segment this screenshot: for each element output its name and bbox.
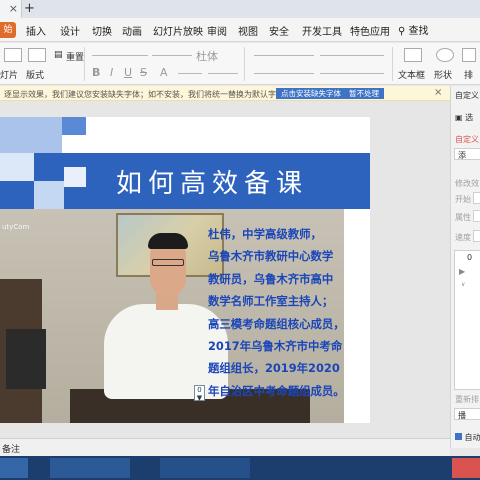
notification-message: 逐显示效果，我们建议您安装缺失字体；如不安装，我们将统一替换为默认字体。 (4, 90, 292, 99)
arrange-button[interactable]: 排 (464, 68, 473, 81)
close-tab-icon[interactable]: × (9, 2, 18, 15)
tab-design[interactable]: 设计 (60, 23, 80, 38)
menu-bar: 始 插入 设计 切换 动画 幻灯片放映 审阅 视图 安全 开发工具 特色应用 ⚲… (0, 18, 480, 42)
tab-view[interactable]: 视图 (238, 23, 258, 38)
arrange-icon[interactable] (462, 48, 476, 62)
strikethrough-button[interactable]: S (140, 66, 147, 79)
auto-preview-checkbox[interactable]: 自动 (455, 432, 480, 443)
monitor (6, 329, 46, 389)
document-tab[interactable]: × (0, 0, 22, 18)
close-notification-icon[interactable]: × (434, 87, 442, 98)
preview-label: 播 (458, 411, 466, 420)
font-color-button[interactable]: A (160, 66, 168, 79)
custom-animation-label: 自定义 (455, 135, 479, 144)
speed-select[interactable] (473, 230, 480, 242)
shape-icon[interactable] (436, 48, 454, 62)
italic-button[interactable]: I (110, 66, 113, 79)
ignore-button[interactable]: 暂不处理 (344, 88, 384, 99)
reset-button[interactable]: 重置 (66, 50, 84, 63)
bio-line: 2017年乌鲁木齐市中考命 (208, 339, 343, 354)
add-effect-button[interactable]: 添 (454, 148, 480, 160)
tab-review[interactable]: 审阅 (207, 23, 227, 38)
reorder-label: 重新排 (455, 395, 479, 404)
search-icon: ⚲ (398, 26, 406, 37)
custom-animation-panel: 自定义 ▣ 选 自定义 添 修改效 开始 属性 速度 0 ▶ ∨ 重新排 播 自… (450, 86, 480, 448)
animation-list[interactable]: 0 ▶ ∨ (454, 250, 480, 390)
select-icon: ▣ (455, 113, 463, 122)
start-label: 开始 (455, 195, 471, 204)
new-tab-button[interactable]: + (24, 1, 35, 16)
slide[interactable]: 如何高效备课 utyCom 0 ▼ 杜伟，中学高级教师， 乌鲁木齐市教研中心数学 … (0, 117, 370, 423)
tab-animation[interactable]: 动画 (122, 23, 142, 38)
new-slide-button[interactable]: 灯片 (0, 68, 18, 81)
tab-start[interactable]: 始 (0, 22, 16, 38)
property-label: 属性 (455, 213, 471, 222)
modify-effect-label: 修改效 (455, 179, 479, 188)
slide-title[interactable]: 如何高效备课 (116, 163, 308, 200)
layout-icon[interactable] (28, 48, 46, 62)
textbox-icon[interactable] (404, 48, 422, 62)
bold-button[interactable]: B (92, 66, 100, 79)
tab-developer[interactable]: 开发工具 (302, 23, 342, 38)
tab-features[interactable]: 特色应用 (350, 23, 390, 38)
decoration-block (34, 181, 64, 209)
bio-line: 乌鲁木齐市教研中心数学 (208, 249, 334, 264)
page-badge: 0 ▼ (194, 385, 205, 402)
auto-preview-label: 自动 (464, 433, 480, 442)
bio-line: 高三模考命题组核心成员， (208, 316, 345, 331)
new-slide-icon[interactable] (4, 48, 22, 62)
taskbar-app-icon[interactable] (452, 458, 480, 478)
editing-canvas: 如何高效备课 utyCom 0 ▼ 杜伟，中学高级教师， 乌鲁木齐市教研中心数学 … (0, 101, 450, 438)
bio-line: 杜伟，中学高级教师， (208, 227, 322, 241)
bio-textbox[interactable]: 杜伟，中学高级教师， 乌鲁木齐市教研中心数学 教研员，乌鲁木齐市高中 数学名师工… (208, 223, 354, 402)
shape-button[interactable]: 形状 (434, 68, 452, 81)
expand-icon[interactable]: ∨ (461, 281, 465, 288)
notes-label: 备注 (2, 445, 21, 455)
bio-line: 教研员，乌鲁木齐市高中 (208, 271, 334, 286)
select-pane-button[interactable]: ▣ 选 (455, 112, 473, 123)
property-select[interactable] (473, 210, 480, 222)
layout-button[interactable]: 版式 (26, 68, 44, 81)
tab-security[interactable]: 安全 (269, 23, 289, 38)
reset-icon: ▤ (54, 50, 63, 60)
title-bar: × + (0, 0, 480, 18)
add-effect-label: 添 (458, 151, 466, 160)
animation-item-order: 0 (467, 253, 473, 262)
start-select[interactable] (473, 192, 480, 204)
decoration-block (0, 117, 62, 153)
toolbar-ribbon: 灯片 版式 ▤ 重置 杜体 B I U S A 文本框 形状 排 (0, 43, 480, 85)
checkbox-icon (455, 433, 462, 440)
taskbar-app-icon[interactable] (50, 458, 130, 478)
taskbar-app-icon[interactable] (160, 458, 250, 478)
missing-font-notification: 逐显示效果，我们建议您安装缺失字体；如不安装，我们将统一替换为默认字体。 点击安… (0, 86, 450, 101)
decoration-block (0, 153, 34, 181)
font-name-field[interactable]: 杜体 (196, 48, 218, 64)
install-fonts-button[interactable]: 点击安装缺失字体 (276, 88, 346, 99)
video-watermark: utyCom (2, 223, 30, 231)
notes-bar[interactable]: 备注 (0, 438, 450, 456)
panel-header: 自定义 (455, 91, 479, 100)
decoration-block (62, 117, 86, 135)
glasses (152, 259, 184, 266)
bio-line: 题组组长，2019年2020 (208, 361, 340, 376)
select-label: 选 (465, 113, 474, 122)
taskbar (0, 456, 480, 480)
tab-insert[interactable]: 插入 (26, 23, 46, 38)
preview-button[interactable]: 播 (454, 408, 480, 420)
speed-label: 速度 (455, 233, 471, 242)
textbox-button[interactable]: 文本框 (398, 68, 425, 81)
bio-line: 年自治区中考命题组成员。 (208, 383, 345, 398)
animation-item-icon: ▶ (459, 267, 466, 276)
tab-transition[interactable]: 切换 (92, 23, 112, 38)
underline-button[interactable]: U (124, 66, 132, 79)
taskbar-app-icon[interactable] (0, 458, 28, 478)
decoration-block (64, 167, 86, 187)
search-button[interactable]: ⚲ 查找 (398, 22, 429, 37)
search-label: 查找 (408, 26, 429, 37)
bio-line: 数学名师工作室主持人； (208, 294, 334, 309)
page-badge-number: 0 (197, 386, 202, 394)
tab-slideshow[interactable]: 幻灯片放映 (153, 23, 203, 38)
